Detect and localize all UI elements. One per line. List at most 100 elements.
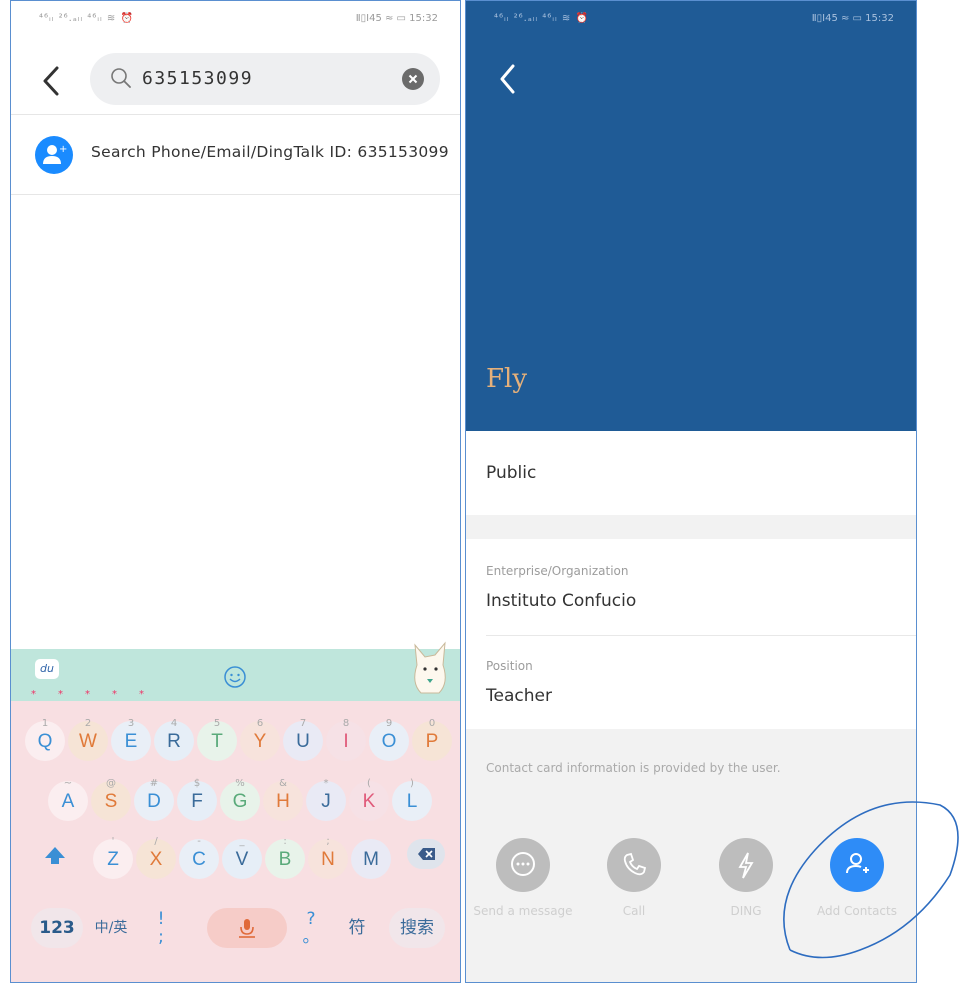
search-input[interactable]: 635153099 bbox=[90, 53, 440, 105]
key-c[interactable]: -C bbox=[179, 836, 219, 879]
back-arrow-icon[interactable] bbox=[494, 61, 522, 97]
ding-label: DING bbox=[730, 904, 762, 918]
key-secondary-label: 3 bbox=[127, 718, 135, 729]
key-z[interactable]: ' Z bbox=[93, 836, 133, 879]
voice-key[interactable] bbox=[207, 908, 287, 948]
key-f[interactable]: $ F bbox=[177, 778, 217, 821]
key-t[interactable]: 5T bbox=[197, 718, 237, 761]
add-contacts-button[interactable]: Add Contacts bbox=[797, 838, 916, 918]
svg-text:+: + bbox=[59, 144, 67, 155]
ding-button[interactable]: DING bbox=[686, 838, 806, 918]
key-e[interactable]: 3E bbox=[111, 718, 151, 761]
enterprise-value: Instituto Confucio bbox=[486, 591, 637, 611]
key-u[interactable]: 7U bbox=[283, 718, 323, 761]
key-label: A bbox=[61, 791, 75, 812]
call-button[interactable]: Call bbox=[574, 838, 694, 918]
key-secondary-label: $ bbox=[193, 778, 201, 789]
send-message-button[interactable]: Send a message bbox=[466, 838, 583, 918]
profile-header: ⁴⁶ᵢₗ ²⁶.ₐₗₗ ⁴⁶ᵢₗ ≋ ⏰ Ⅱ▯I45 ≈ ▭ 15:32 Fly bbox=[466, 1, 916, 431]
key-s[interactable]: @ S bbox=[91, 778, 131, 821]
key-secondary-label: 2 bbox=[84, 718, 92, 729]
key-secondary-label: : bbox=[283, 836, 287, 847]
key-secondary-label: 1 bbox=[41, 718, 49, 729]
key-a[interactable]: ~ A bbox=[48, 778, 88, 821]
key-secondary-label: 5 bbox=[213, 718, 221, 729]
punctuation-key[interactable]: !; bbox=[141, 908, 181, 948]
key-b[interactable]: :B bbox=[265, 836, 305, 879]
key-v[interactable]: _ V bbox=[222, 836, 262, 879]
status-signal: ⁴⁶ᵢₗ ²⁶.ₐₗₗ ⁴⁶ᵢₗ ≋ ⏰ bbox=[39, 13, 134, 24]
add-person-icon bbox=[830, 838, 884, 892]
question-key[interactable]: ?。 bbox=[291, 908, 331, 948]
key-q[interactable]: 1Q bbox=[25, 718, 65, 761]
key-label: W bbox=[79, 731, 97, 752]
key-label: E bbox=[124, 731, 138, 752]
grass-decoration: ***** bbox=[31, 689, 166, 700]
position-label: Position bbox=[486, 659, 533, 673]
key-label: B bbox=[278, 849, 292, 870]
language-switch-key[interactable]: 中/英 bbox=[87, 908, 135, 948]
key-x[interactable]: / X bbox=[136, 836, 176, 879]
key-secondary-label: 9 bbox=[385, 718, 393, 729]
key-k[interactable]: (K bbox=[349, 778, 389, 821]
key-y[interactable]: 6Y bbox=[240, 718, 280, 761]
info-section: Enterprise/Organization Instituto Confuc… bbox=[466, 539, 916, 729]
key-j[interactable]: * J bbox=[306, 778, 346, 821]
key-l[interactable]: ) L bbox=[392, 778, 432, 821]
key-label: X bbox=[149, 849, 163, 870]
public-label: Public bbox=[486, 463, 537, 483]
contact-name: Fly bbox=[486, 364, 528, 394]
key-secondary-label: ( bbox=[367, 778, 371, 789]
keyboard-toolbar: du ***** bbox=[11, 641, 460, 701]
send-message-label: Send a message bbox=[473, 904, 573, 918]
divider bbox=[11, 194, 460, 195]
key-secondary-label: % bbox=[235, 778, 245, 789]
status-signal: ⁴⁶ᵢₗ ²⁶.ₐₗₗ ⁴⁶ᵢₗ ≋ ⏰ bbox=[494, 13, 589, 24]
key-secondary-label: 8 bbox=[342, 718, 350, 729]
key-label: I bbox=[343, 731, 349, 752]
key-label: K bbox=[362, 791, 376, 812]
key-label: Q bbox=[37, 731, 53, 752]
key-r[interactable]: 4R bbox=[154, 718, 194, 761]
key-d[interactable]: # D bbox=[134, 778, 174, 821]
search-result-item[interactable]: + Search Phone/Email/DingTalk ID: 635153… bbox=[11, 116, 460, 194]
keyboard-logo[interactable]: du bbox=[35, 659, 59, 679]
key-label: V bbox=[235, 849, 249, 870]
key-secondary-label: - bbox=[197, 836, 201, 847]
search-query[interactable]: 635153099 bbox=[142, 68, 253, 89]
public-row[interactable]: Public bbox=[466, 431, 916, 515]
key-m[interactable]: M bbox=[351, 839, 391, 879]
symbols-key[interactable]: 符 bbox=[337, 908, 377, 948]
key-secondary-label: 6 bbox=[256, 718, 264, 729]
key-label: Z bbox=[107, 849, 119, 870]
key-w[interactable]: 2W bbox=[68, 718, 108, 761]
punct-label: ! bbox=[157, 909, 165, 929]
key-h[interactable]: & H bbox=[263, 778, 303, 821]
key-label: L bbox=[406, 791, 418, 812]
status-bar: ⁴⁶ᵢₗ ²⁶.ₐₗₗ ⁴⁶ᵢₗ ≋ ⏰ Ⅱ▯I45 ≈ ▭ 15:32 bbox=[11, 1, 460, 37]
key-i[interactable]: 8I bbox=[326, 718, 366, 761]
divider bbox=[11, 114, 460, 115]
search-result-label: Search Phone/Email/DingTalk ID: 63515309… bbox=[91, 143, 449, 161]
key-n[interactable]: ; N bbox=[308, 836, 348, 879]
key-p[interactable]: 0P bbox=[412, 718, 452, 761]
key-secondary-label: # bbox=[149, 778, 159, 789]
search-key[interactable]: 搜索 bbox=[389, 908, 445, 948]
shift-key[interactable] bbox=[35, 836, 75, 876]
key-o[interactable]: 9O bbox=[369, 718, 409, 761]
search-screen: ⁴⁶ᵢₗ ²⁶.ₐₗₗ ⁴⁶ᵢₗ ≋ ⏰ Ⅱ▯I45 ≈ ▭ 15:32 635… bbox=[10, 0, 461, 983]
key-label: M bbox=[363, 849, 379, 870]
add-person-icon: + bbox=[35, 136, 73, 174]
call-label: Call bbox=[622, 904, 646, 918]
clear-icon[interactable] bbox=[402, 68, 424, 90]
backspace-key[interactable] bbox=[407, 839, 445, 869]
search-icon bbox=[111, 68, 131, 88]
numbers-key[interactable]: 123 bbox=[31, 908, 83, 948]
back-arrow-icon[interactable] bbox=[35, 63, 71, 99]
key-g[interactable]: % G bbox=[220, 778, 260, 821]
key-label: S bbox=[104, 791, 118, 812]
emoji-icon[interactable] bbox=[223, 665, 247, 689]
key-label: F bbox=[191, 791, 203, 812]
key-label: J bbox=[321, 791, 331, 812]
status-time: Ⅱ▯I45 ≈ ▭ 15:32 bbox=[811, 13, 894, 24]
